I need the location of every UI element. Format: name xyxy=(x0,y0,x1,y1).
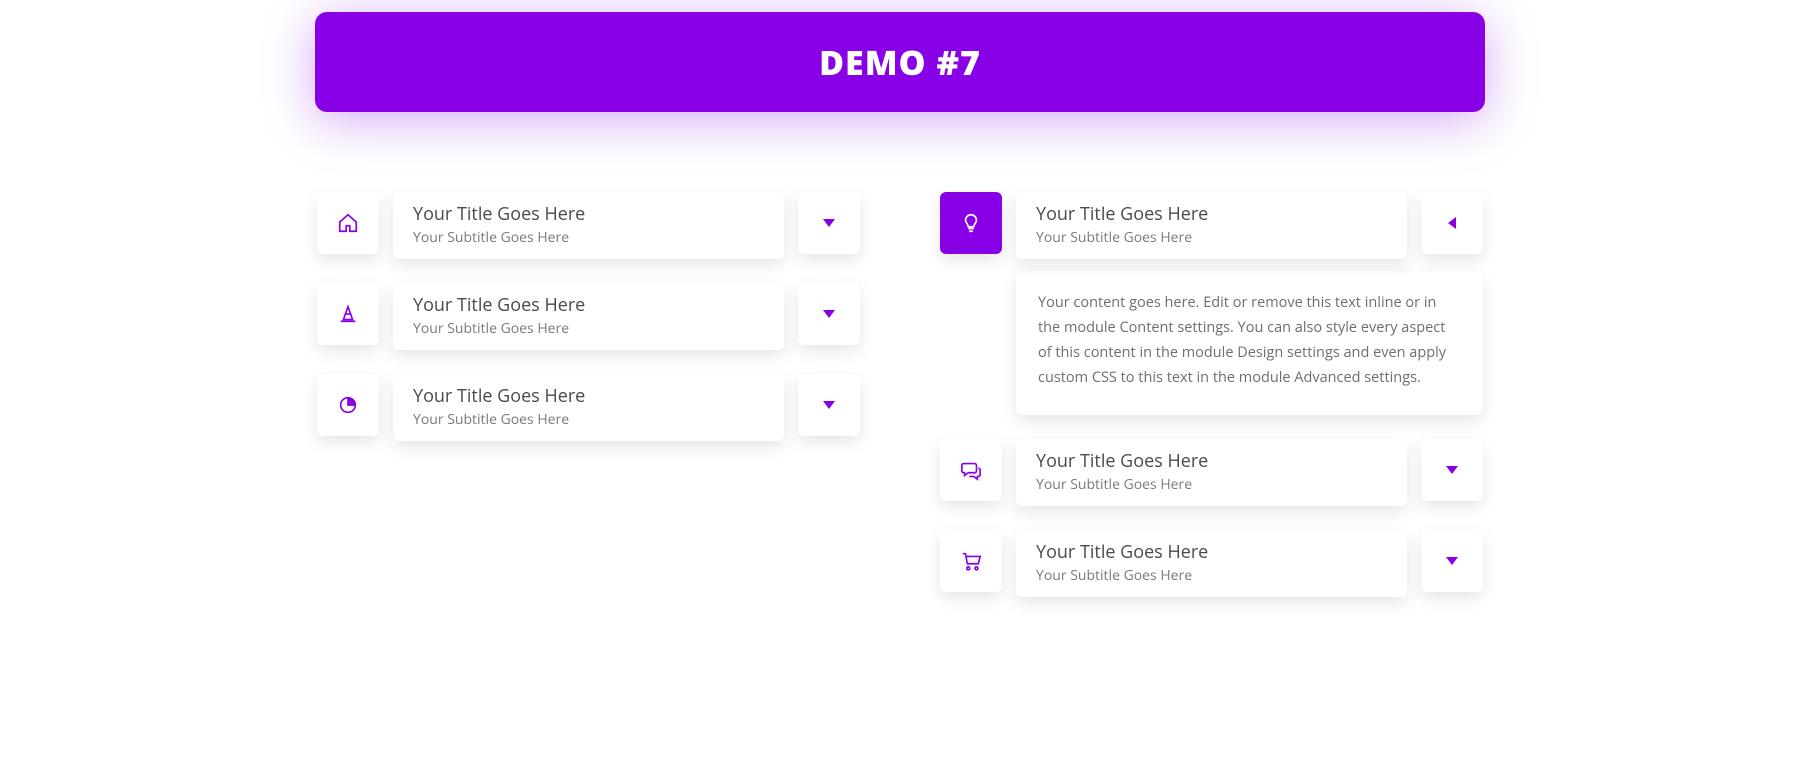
accordion-content: Your content goes here. Edit or remove t… xyxy=(1016,271,1483,415)
accordion-subtitle: Your Subtitle Goes Here xyxy=(413,228,764,247)
accordion-header[interactable]: Your Title Goes Here Your Subtitle Goes … xyxy=(940,439,1483,506)
accordion-header[interactable]: Your Title Goes Here Your Subtitle Goes … xyxy=(940,192,1483,259)
accordion-title: Your Title Goes Here xyxy=(1036,540,1387,564)
accordion-subtitle: Your Subtitle Goes Here xyxy=(413,319,764,338)
accordion-header[interactable]: Your Title Goes Here Your Subtitle Goes … xyxy=(317,374,860,441)
accordion-text: Your Title Goes Here Your Subtitle Goes … xyxy=(1016,530,1407,597)
accordion-header[interactable]: Your Title Goes Here Your Subtitle Goes … xyxy=(317,192,860,259)
accordion-text: Your Title Goes Here Your Subtitle Goes … xyxy=(1016,192,1407,259)
accordion-title: Your Title Goes Here xyxy=(413,384,764,408)
columns: Your Title Goes Here Your Subtitle Goes … xyxy=(317,192,1483,621)
accordion-text: Your Title Goes Here Your Subtitle Goes … xyxy=(1016,439,1407,506)
chevron-down-icon xyxy=(823,401,835,409)
chevron-left-icon xyxy=(1448,217,1456,229)
accordion-toggle[interactable] xyxy=(798,283,860,345)
column-right: Your Title Goes Here Your Subtitle Goes … xyxy=(940,192,1483,621)
accordion-toggle[interactable] xyxy=(1421,192,1483,254)
accordion-subtitle: Your Subtitle Goes Here xyxy=(1036,228,1387,247)
pie-icon xyxy=(317,374,379,436)
home-icon xyxy=(317,192,379,254)
accordion-header[interactable]: Your Title Goes Here Your Subtitle Goes … xyxy=(940,530,1483,597)
accordion-text: Your Title Goes Here Your Subtitle Goes … xyxy=(393,283,784,350)
accordion-text: Your Title Goes Here Your Subtitle Goes … xyxy=(393,192,784,259)
accordion-header[interactable]: Your Title Goes Here Your Subtitle Goes … xyxy=(317,283,860,350)
accordion-toggle[interactable] xyxy=(1421,530,1483,592)
accordion-subtitle: Your Subtitle Goes Here xyxy=(1036,475,1387,494)
accordion-item: Your Title Goes Here Your Subtitle Goes … xyxy=(317,192,860,259)
page-banner: DEMO #7 xyxy=(315,12,1485,112)
chevron-down-icon xyxy=(1446,557,1458,565)
accordion-item: Your Title Goes Here Your Subtitle Goes … xyxy=(940,192,1483,415)
chevron-down-icon xyxy=(1446,466,1458,474)
accordion-subtitle: Your Subtitle Goes Here xyxy=(1036,566,1387,585)
accordion-item: Your Title Goes Here Your Subtitle Goes … xyxy=(317,374,860,441)
accordion-item: Your Title Goes Here Your Subtitle Goes … xyxy=(940,439,1483,506)
accordion-toggle[interactable] xyxy=(1421,439,1483,501)
accordion-item: Your Title Goes Here Your Subtitle Goes … xyxy=(940,530,1483,597)
chat-icon xyxy=(940,439,1002,501)
accordion-title: Your Title Goes Here xyxy=(1036,449,1387,473)
accordion-title: Your Title Goes Here xyxy=(413,293,764,317)
accordion-title: Your Title Goes Here xyxy=(1036,202,1387,226)
column-left: Your Title Goes Here Your Subtitle Goes … xyxy=(317,192,860,621)
page-title: DEMO #7 xyxy=(819,39,981,85)
accordion-text: Your Title Goes Here Your Subtitle Goes … xyxy=(393,374,784,441)
chevron-down-icon xyxy=(823,310,835,318)
cart-icon xyxy=(940,530,1002,592)
accordion-toggle[interactable] xyxy=(798,374,860,436)
chevron-down-icon xyxy=(823,219,835,227)
accordion-toggle[interactable] xyxy=(798,192,860,254)
accordion-title: Your Title Goes Here xyxy=(413,202,764,226)
accordion-item: Your Title Goes Here Your Subtitle Goes … xyxy=(317,283,860,350)
cone-icon xyxy=(317,283,379,345)
bulb-icon xyxy=(940,192,1002,254)
accordion-subtitle: Your Subtitle Goes Here xyxy=(413,410,764,429)
